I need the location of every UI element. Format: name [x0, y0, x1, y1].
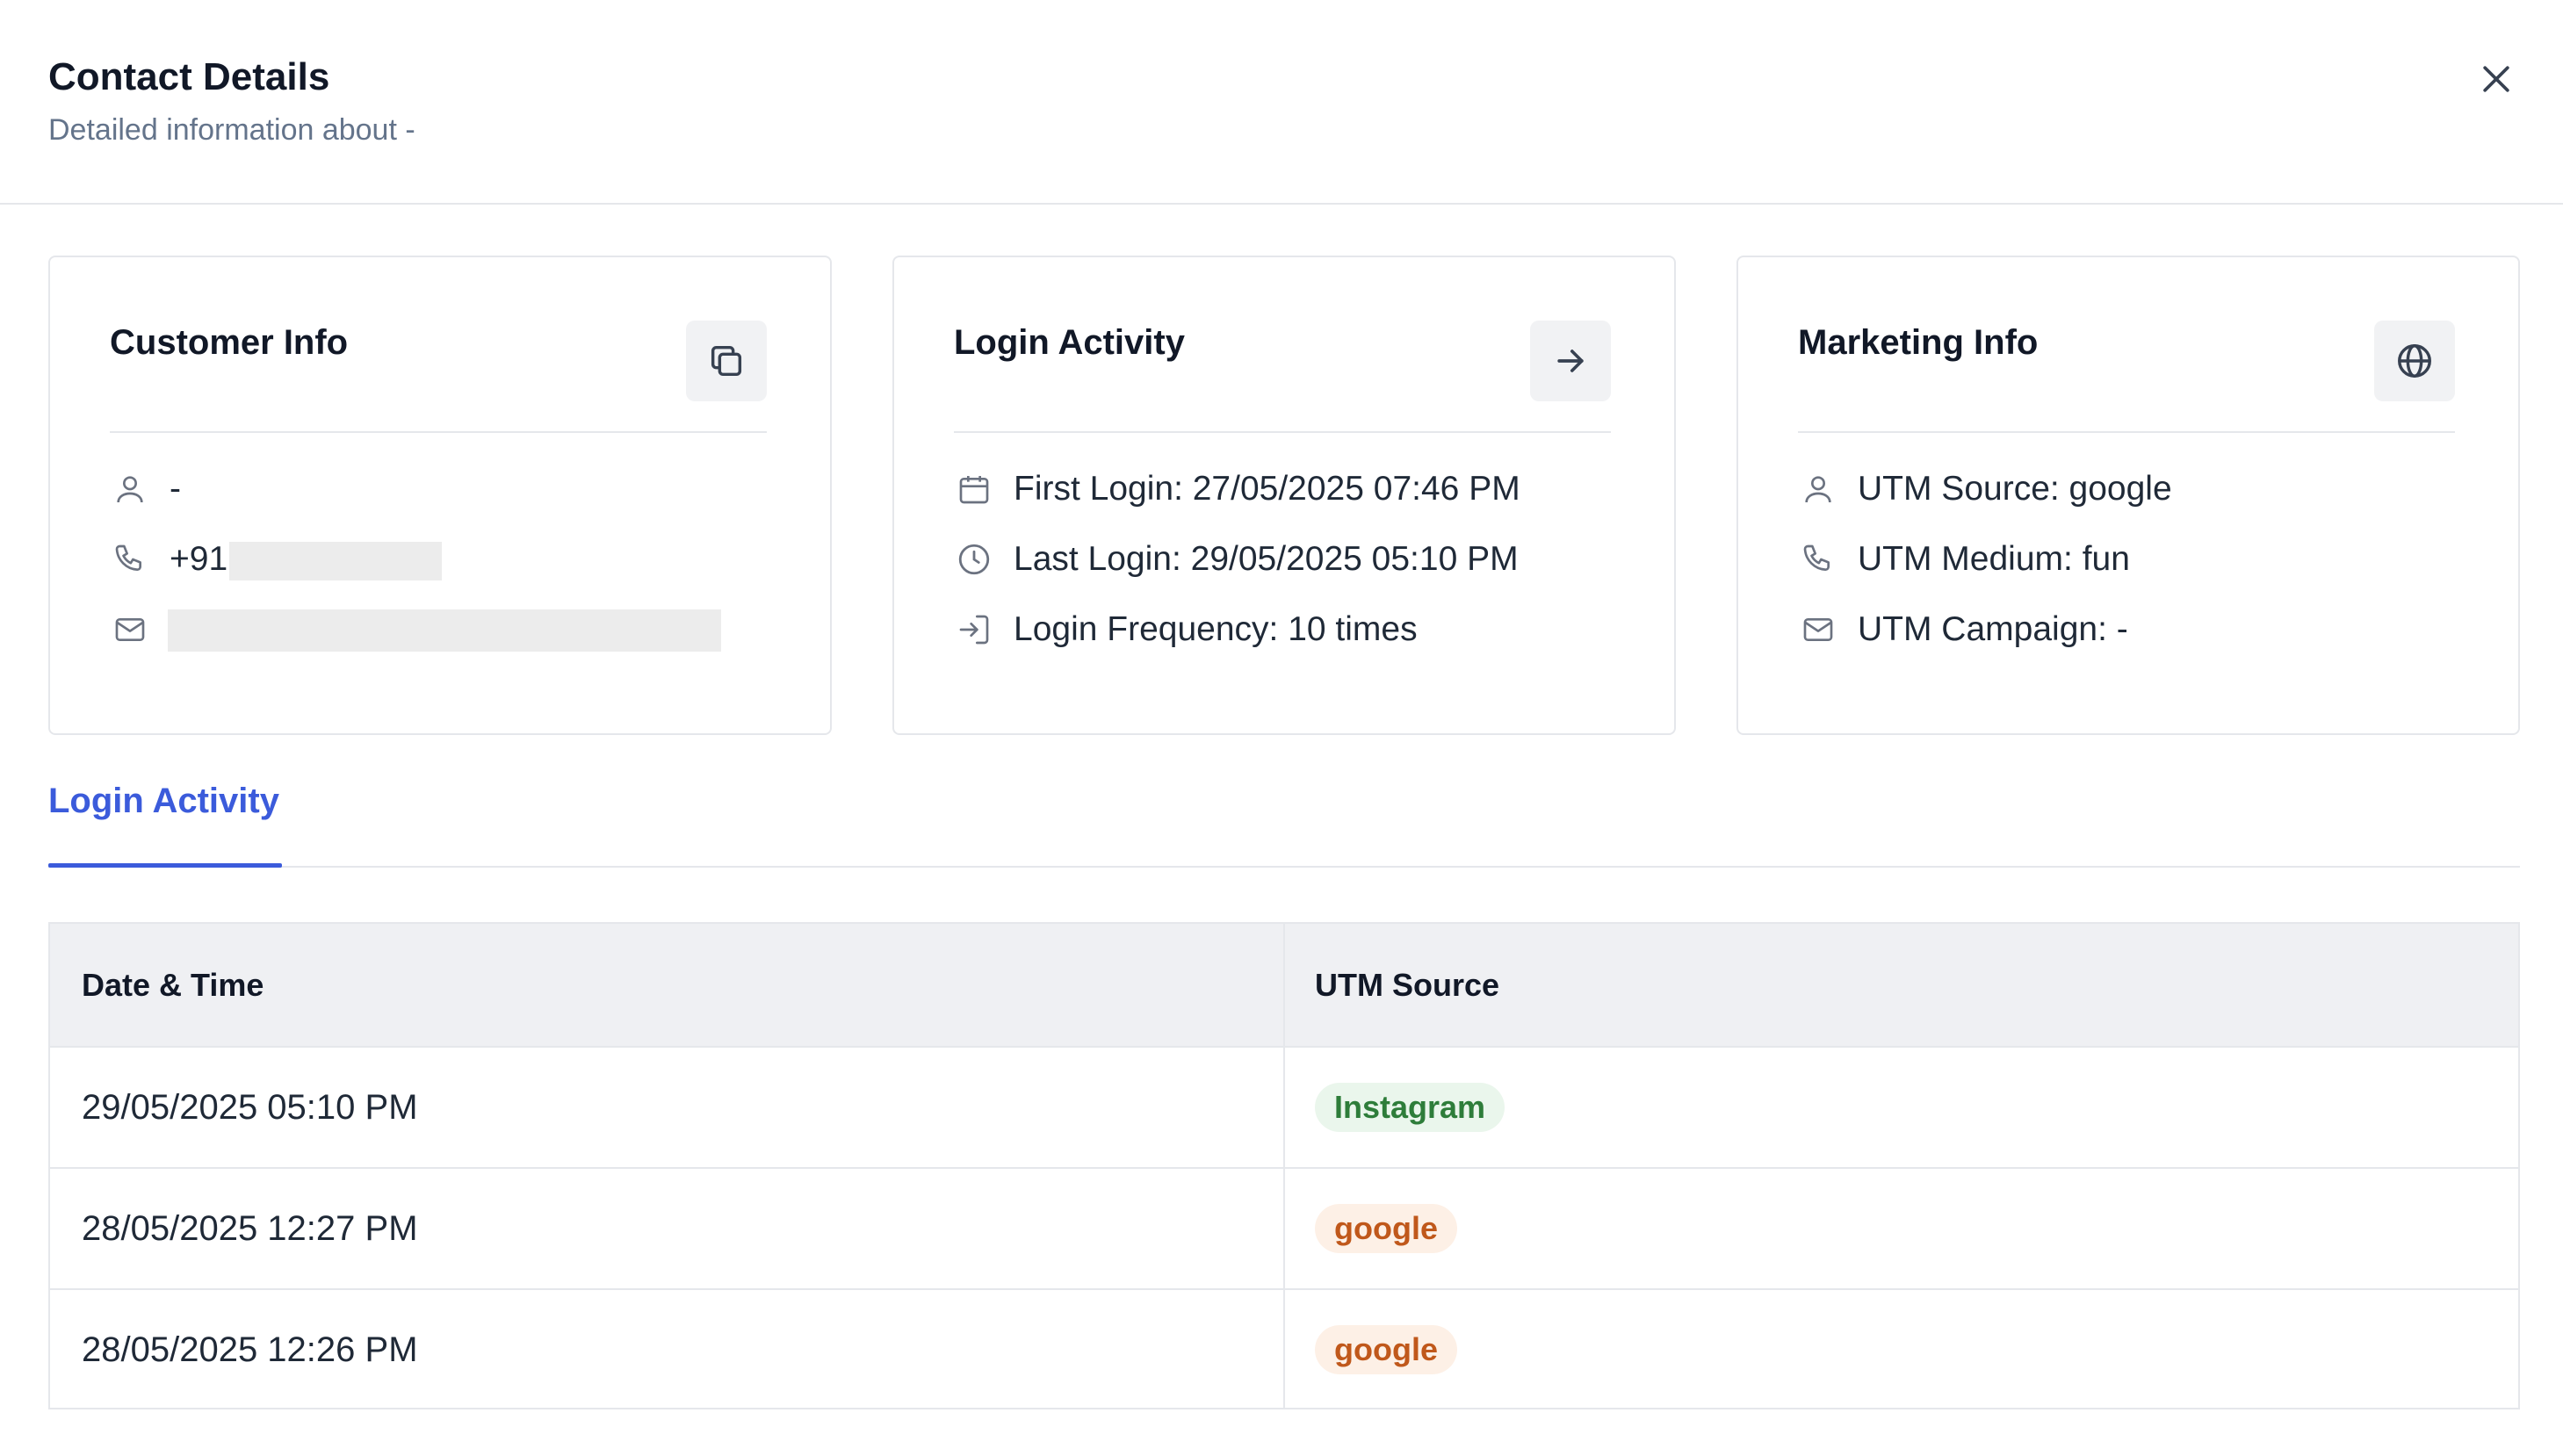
- cell-utm-source: google: [1315, 1290, 1457, 1409]
- column-header-utm-source[interactable]: UTM Source: [1315, 924, 1499, 1046]
- card-divider: [954, 431, 1611, 433]
- utm-campaign-row: UTM Campaign: -: [1798, 603, 2128, 656]
- mail-icon: [110, 609, 150, 650]
- login-icon: [954, 609, 994, 650]
- customer-name: -: [170, 470, 181, 508]
- customer-email-row: [110, 603, 721, 656]
- close-button[interactable]: [2472, 54, 2521, 104]
- login-activity-card: Login Activity First Login: 27/05/2025 0…: [892, 256, 1676, 735]
- user-icon: [110, 469, 150, 509]
- modal-subtitle: Detailed information about -: [48, 113, 415, 147]
- user-icon: [1798, 469, 1838, 509]
- column-divider: [1283, 924, 1285, 1408]
- close-icon: [2483, 66, 2509, 92]
- modal-title: Contact Details: [48, 55, 330, 98]
- copy-button[interactable]: [686, 321, 767, 401]
- clock-icon: [954, 539, 994, 580]
- source-badge: google: [1315, 1204, 1457, 1253]
- cell-datetime: 28/05/2025 12:26 PM: [82, 1330, 418, 1369]
- phone-prefix: +91: [170, 540, 228, 578]
- first-login-row: First Login: 27/05/2025 07:46 PM: [954, 463, 1520, 515]
- source-badge: Instagram: [1315, 1083, 1505, 1132]
- cell-utm-source: google: [1315, 1169, 1457, 1288]
- contact-details-modal: Contact Details Detailed information abo…: [0, 0, 2563, 1456]
- utm-campaign: UTM Campaign: -: [1858, 610, 2128, 648]
- active-tab-indicator: [48, 863, 282, 868]
- customer-email: [168, 608, 721, 652]
- tab-bar-border: [48, 866, 2520, 868]
- customer-phone: +91: [170, 538, 443, 580]
- last-login-row: Last Login: 29/05/2025 05:10 PM: [954, 533, 1519, 586]
- modal-header: Contact Details Detailed information abo…: [0, 0, 2563, 205]
- mail-icon: [1798, 609, 1838, 650]
- utm-medium: UTM Medium: fun: [1858, 540, 2130, 578]
- cell-datetime: 29/05/2025 05:10 PM: [82, 1087, 418, 1127]
- login-activity-table: Date & Time UTM Source 29/05/2025 05:10 …: [48, 922, 2520, 1409]
- customer-phone-row: +91: [110, 533, 443, 586]
- card-title: Marketing Info: [1798, 323, 2039, 362]
- card-divider: [110, 431, 767, 433]
- card-divider: [1798, 431, 2455, 433]
- source-badge: google: [1315, 1325, 1457, 1374]
- redacted-email: [168, 609, 721, 652]
- card-title: Login Activity: [954, 323, 1185, 362]
- cell-datetime: 28/05/2025 12:27 PM: [82, 1208, 418, 1248]
- login-frequency: Login Frequency: 10 times: [1014, 610, 1418, 648]
- tab-login-activity[interactable]: Login Activity: [48, 776, 279, 868]
- redacted-phone: [229, 541, 443, 580]
- customer-info-card: Customer Info - +91: [48, 256, 832, 735]
- marketing-globe-button[interactable]: [2374, 321, 2455, 401]
- phone-icon: [110, 539, 150, 580]
- view-login-activity-button[interactable]: [1530, 321, 1611, 401]
- utm-source-row: UTM Source: google: [1798, 463, 2172, 515]
- arrow-right-icon: [1557, 350, 1584, 372]
- phone-icon: [1798, 539, 1838, 580]
- last-login: Last Login: 29/05/2025 05:10 PM: [1014, 540, 1519, 578]
- customer-name-row: -: [110, 463, 181, 515]
- login-frequency-row: Login Frequency: 10 times: [954, 603, 1418, 656]
- cell-utm-source: Instagram: [1315, 1048, 1505, 1167]
- card-title: Customer Info: [110, 323, 349, 362]
- utm-medium-row: UTM Medium: fun: [1798, 533, 2130, 586]
- globe-icon: [2398, 344, 2431, 378]
- column-header-datetime[interactable]: Date & Time: [82, 924, 264, 1046]
- copy-icon: [711, 345, 742, 377]
- first-login: First Login: 27/05/2025 07:46 PM: [1014, 470, 1520, 508]
- utm-source: UTM Source: google: [1858, 470, 2172, 508]
- marketing-info-card: Marketing Info UTM Source: google UTM Me…: [1736, 256, 2520, 735]
- calendar-icon: [954, 469, 994, 509]
